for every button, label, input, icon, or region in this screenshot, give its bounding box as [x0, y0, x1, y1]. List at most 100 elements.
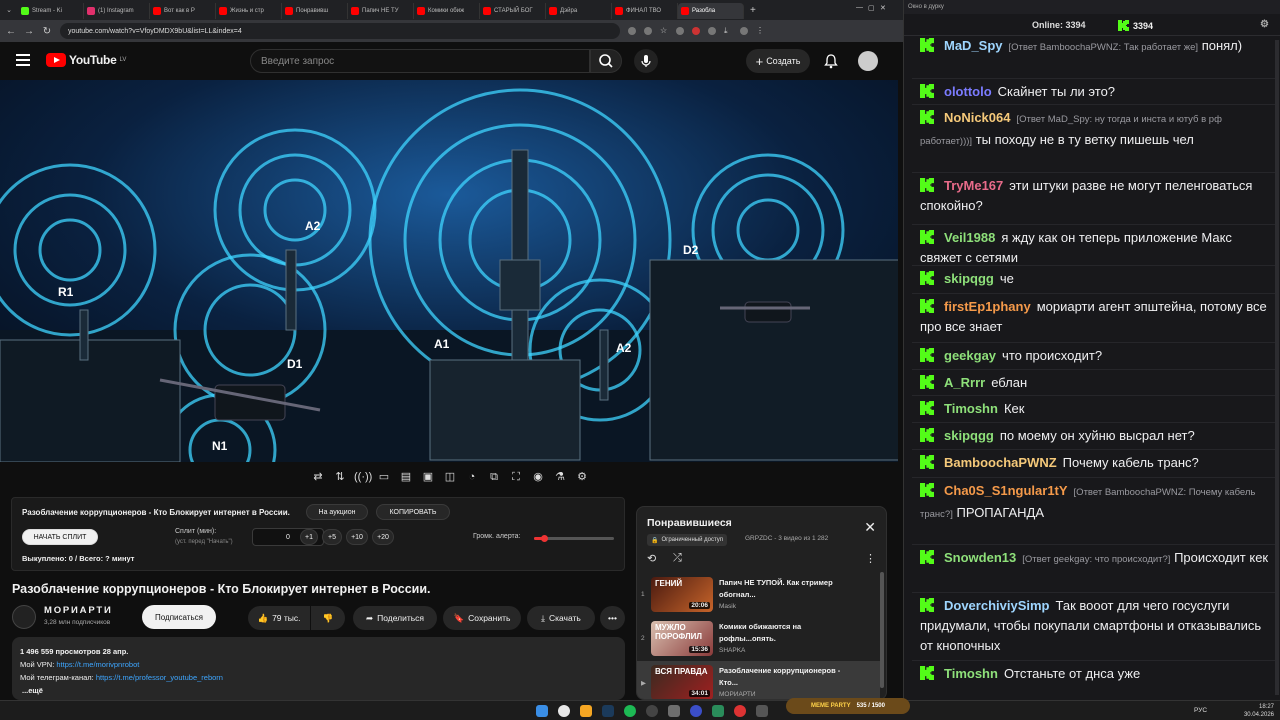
back-icon[interactable]: ←: [4, 26, 18, 37]
alert-volume-slider[interactable]: [534, 535, 614, 542]
windows-start-icon[interactable]: [536, 705, 548, 717]
show-more-link[interactable]: ...ещё: [20, 684, 617, 697]
playlist-scrollbar[interactable]: [880, 572, 884, 688]
user-avatar[interactable]: [858, 51, 878, 71]
app-icon[interactable]: [756, 705, 768, 717]
description-box[interactable]: 1 496 559 просмотров 28 апр. Мой VPN: ht…: [12, 637, 625, 700]
hamburger-menu-icon[interactable]: [16, 54, 30, 66]
notifications-bell-icon[interactable]: [824, 53, 838, 69]
broadcast-icon[interactable]: ((·)): [354, 469, 372, 485]
bookmark-star-icon[interactable]: ☆: [660, 27, 668, 35]
extension-icon[interactable]: [692, 27, 700, 35]
voice-search-button[interactable]: [634, 49, 658, 73]
increment-1-button[interactable]: +1: [300, 529, 318, 545]
url-field[interactable]: youtube.com/watch?v=VfoyDMDX9bU&list=LL&…: [60, 23, 620, 39]
new-tab-icon[interactable]: +: [750, 5, 756, 16]
app-icon[interactable]: [734, 705, 746, 717]
subscribe-button[interactable]: Подписаться: [142, 605, 216, 629]
forward-icon[interactable]: →: [22, 26, 36, 37]
miniplayer-icon[interactable]: ◫: [442, 469, 458, 485]
app-icon[interactable]: [646, 705, 658, 717]
dislike-button[interactable]: 👎: [311, 606, 345, 630]
shuffle-icon[interactable]: ⤮: [673, 552, 682, 565]
browser-tab[interactable]: ФИНАЛ ТВО: [612, 3, 678, 19]
playlist-item[interactable]: 1 ГЕНИЙ 20:06 Папич НЕ ТУПОЙ. Как стример о…: [637, 573, 880, 617]
chat-username[interactable]: geekgay: [944, 348, 996, 363]
playlist-item[interactable]: 2 МУЖЛО ПОРОФЛИЛ 15:36 Комики обижаются на …: [637, 617, 880, 661]
volume-knob[interactable]: [540, 535, 548, 542]
browser-tab[interactable]: Жизнь и стр: [216, 3, 282, 19]
more-vertical-icon[interactable]: ⋮: [865, 552, 876, 565]
share-button[interactable]: ➦ Поделиться: [353, 606, 437, 630]
chat-scrollbar[interactable]: [1275, 40, 1279, 695]
chat-username[interactable]: firstEp1phany: [944, 299, 1031, 314]
loop-icon[interactable]: ⇄: [310, 469, 326, 485]
chat-username[interactable]: TryMe167: [944, 178, 1003, 193]
increment-5-button[interactable]: +5: [322, 529, 342, 545]
more-icon[interactable]: ⋮: [756, 27, 764, 35]
increment-10-button[interactable]: +10: [346, 529, 368, 545]
picture-in-picture-icon[interactable]: ⧉: [486, 469, 502, 485]
extension-icon[interactable]: [708, 27, 716, 35]
video-thumbnail[interactable]: ГЕНИЙ 20:06: [651, 577, 713, 612]
reload-icon[interactable]: ↻: [40, 26, 54, 37]
browser-tab[interactable]: Разобла: [678, 3, 744, 19]
search-input[interactable]: Введите запрос: [250, 49, 590, 73]
extension-icon[interactable]: [676, 27, 684, 35]
chat-username[interactable]: MaD_Spy: [944, 38, 1003, 53]
chat-username[interactable]: Cha0S_S1ngular1tY: [944, 483, 1068, 498]
flask-icon[interactable]: ⚗: [552, 469, 568, 485]
like-button[interactable]: 👍 79 тыс.: [248, 606, 310, 630]
app-icon[interactable]: [690, 705, 702, 717]
settings-icon[interactable]: ⚙: [1260, 19, 1269, 30]
youtube-logo[interactable]: YouTube LV: [46, 53, 126, 67]
minimize-icon[interactable]: —: [856, 4, 863, 11]
film-icon[interactable]: ▤: [398, 469, 414, 485]
browser-tab[interactable]: Дэйра: [546, 3, 612, 19]
chrome-icon[interactable]: [558, 705, 570, 717]
camera-icon[interactable]: ◉: [530, 469, 546, 485]
download-button[interactable]: ⤓ Скачать: [527, 606, 595, 630]
sort-icon[interactable]: ⇅: [332, 469, 348, 485]
create-button[interactable]: + Создать: [746, 49, 810, 73]
meme-party-widget[interactable]: MEME PARTY 535 / 1500: [786, 698, 910, 714]
explorer-icon[interactable]: [580, 705, 592, 717]
telegram-link[interactable]: https://t.me/professor_youtube_reborn: [96, 673, 223, 682]
chat-username[interactable]: Snowden13: [944, 550, 1016, 565]
video-thumbnail[interactable]: ВСЯ ПРАВДА 34:01: [651, 665, 713, 699]
browser-tab[interactable]: Вот как в Р: [150, 3, 216, 19]
extension-icon[interactable]: [628, 27, 636, 35]
auction-button[interactable]: На аукцион: [306, 504, 368, 520]
channel-name[interactable]: МОРИАРТИ: [44, 605, 113, 616]
download-icon[interactable]: ⤓: [724, 27, 732, 35]
fullscreen-icon[interactable]: ⛶: [508, 469, 524, 485]
browser-tab[interactable]: Папич НЕ ТУ: [348, 3, 414, 19]
browser-tab[interactable]: Stream - Ki: [18, 3, 84, 19]
chat-username[interactable]: NoNick064: [944, 110, 1010, 125]
vpn-link[interactable]: https://t.me/morivpnrobot: [56, 660, 139, 669]
save-button[interactable]: 🔖 Сохранить: [443, 606, 521, 630]
aspect-icon[interactable]: ▣: [420, 469, 436, 485]
video-thumbnail[interactable]: МУЖЛО ПОРОФЛИЛ 15:36: [651, 621, 713, 656]
close-window-icon[interactable]: ✕: [880, 4, 886, 12]
loop-icon[interactable]: ⟲: [647, 552, 656, 565]
profile-icon[interactable]: [740, 27, 748, 35]
browser-tab[interactable]: Понравивш: [282, 3, 348, 19]
start-split-button[interactable]: НАЧАТЬ СПЛИТ: [22, 529, 98, 545]
channel-avatar[interactable]: [12, 605, 36, 629]
close-icon[interactable]: ✕: [864, 519, 876, 536]
chat-username[interactable]: BamboochaPWNZ: [944, 455, 1057, 470]
maximize-icon[interactable]: ▢: [868, 4, 875, 12]
chat-username[interactable]: olottolo: [944, 84, 992, 99]
browser-tab[interactable]: Комики обиж: [414, 3, 480, 19]
steam-icon[interactable]: [602, 705, 614, 717]
chat-username[interactable]: Timoshn: [944, 666, 998, 681]
app-icon[interactable]: [712, 705, 724, 717]
spotify-icon[interactable]: [624, 705, 636, 717]
copy-button[interactable]: КОПИРОВАТЬ: [376, 504, 450, 520]
gear-icon[interactable]: ⚙: [574, 469, 590, 485]
screen-icon[interactable]: ▭: [376, 469, 392, 485]
chat-username[interactable]: Timoshn: [944, 401, 998, 416]
chat-username[interactable]: DoverchiviySimp: [944, 598, 1050, 613]
chat-username[interactable]: Veil1988: [944, 230, 995, 245]
